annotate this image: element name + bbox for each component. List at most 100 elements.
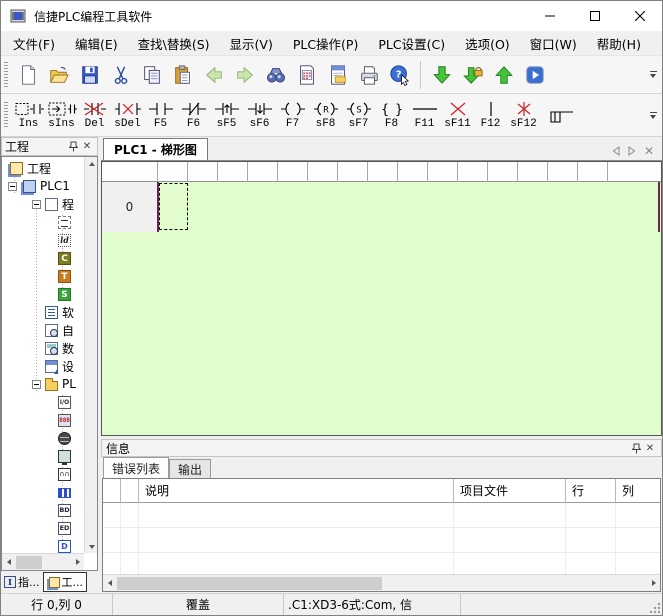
- copy-button[interactable]: [136, 60, 167, 90]
- close-panel-icon[interactable]: ✕: [80, 140, 94, 154]
- tree-expander-icon[interactable]: [32, 380, 41, 389]
- tree-item-PLC1[interactable]: PLC1: [2, 177, 84, 195]
- scrollbar-thumb[interactable]: [16, 556, 42, 569]
- scroll-tabs-left-icon[interactable]: [612, 146, 620, 156]
- menu-find-replace[interactable]: 查找\替换(S): [128, 30, 220, 57]
- insert-row-button[interactable]: sIns: [45, 96, 78, 134]
- tree-item[interactable]: S: [2, 285, 84, 303]
- vertical-line-button[interactable]: F12: [474, 96, 507, 134]
- tree-item[interactable]: [2, 447, 84, 465]
- scroll-right-button[interactable]: [647, 577, 660, 590]
- tree-item-工程[interactable]: 工程: [2, 159, 84, 177]
- tree-horizontal-scrollbar[interactable]: [2, 553, 84, 570]
- tab-project[interactable]: 工...: [43, 572, 88, 592]
- save-button[interactable]: [74, 60, 105, 90]
- cut-button[interactable]: [105, 60, 136, 90]
- comment-editor-button[interactable]: [291, 60, 322, 90]
- menu-options[interactable]: 选项(O): [455, 30, 520, 57]
- tree-item[interactable]: [2, 213, 84, 231]
- close-document-icon[interactable]: ✕: [644, 146, 654, 156]
- menu-window[interactable]: 窗口(W): [520, 30, 587, 57]
- open-contact-button[interactable]: F5: [144, 96, 177, 134]
- find-button[interactable]: [260, 60, 291, 90]
- toolbar-overflow-button[interactable]: [646, 60, 660, 90]
- close-button[interactable]: [617, 1, 662, 31]
- ladder-row-0-canvas[interactable]: [157, 182, 661, 232]
- navigate-forward-button[interactable]: [229, 60, 260, 90]
- delete-vertical-line-button[interactable]: sF12: [507, 96, 540, 134]
- navigate-back-button[interactable]: [198, 60, 229, 90]
- delete-cell-button[interactable]: Del: [78, 96, 111, 134]
- resize-grip[interactable]: [649, 602, 661, 614]
- tree-item[interactable]: T: [2, 267, 84, 285]
- error-table-body[interactable]: [103, 503, 660, 574]
- print-button[interactable]: [353, 60, 384, 90]
- tab-output[interactable]: 输出: [169, 459, 211, 478]
- tree-item[interactable]: 888: [2, 411, 84, 429]
- tree-expander-icon[interactable]: [32, 200, 41, 209]
- set-coil-button[interactable]: SsF7: [342, 96, 375, 134]
- falling-pulse-button[interactable]: sF6: [243, 96, 276, 134]
- tree-vertical-scrollbar[interactable]: [84, 157, 97, 553]
- tab-instructions[interactable]: I指...: [1, 572, 43, 592]
- scroll-up-button[interactable]: [85, 157, 98, 170]
- insert-cell-button[interactable]: Ins: [12, 96, 45, 134]
- ladder-selection-cursor[interactable]: [159, 183, 188, 230]
- tree-item[interactable]: C: [2, 249, 84, 267]
- run-monitor-button[interactable]: [519, 60, 550, 90]
- toolbar-overflow-button[interactable]: [646, 100, 660, 130]
- reset-coil-button[interactable]: RsF8: [309, 96, 342, 134]
- delete-row-button[interactable]: sDel: [111, 96, 144, 134]
- tree-item[interactable]: I/O: [2, 393, 84, 411]
- tab-error-list[interactable]: 错误列表: [103, 457, 169, 478]
- menu-plc-settings[interactable]: PLC设置(C): [368, 30, 455, 57]
- tab-ladder-diagram[interactable]: PLC1 - 梯形图: [103, 138, 208, 160]
- closed-contact-button[interactable]: F6: [177, 96, 210, 134]
- tree-item-自[interactable]: 自: [2, 321, 84, 339]
- output-window-button[interactable]: [322, 60, 353, 90]
- tree-item[interactable]: ED: [2, 519, 84, 537]
- tree-expander-icon[interactable]: [8, 182, 17, 191]
- tree-item[interactable]: [2, 429, 84, 447]
- scroll-left-button[interactable]: [2, 556, 15, 569]
- open-file-button[interactable]: [43, 60, 74, 90]
- download-to-plc-button[interactable]: [426, 60, 457, 90]
- tree-item[interactable]: ∩∩: [2, 465, 84, 483]
- menu-help[interactable]: 帮助(H): [587, 30, 651, 57]
- tree-item[interactable]: [2, 483, 84, 501]
- scroll-tabs-right-icon[interactable]: [628, 146, 636, 156]
- toolbar-grip[interactable]: [4, 102, 8, 128]
- info-horizontal-scrollbar[interactable]: [103, 574, 660, 591]
- tree-item-设[interactable]: 设: [2, 357, 84, 375]
- tree-item-软[interactable]: 软: [2, 303, 84, 321]
- tree-item[interactable]: ld: [2, 231, 84, 249]
- tree-item-数[interactable]: 数: [2, 339, 84, 357]
- scroll-right-button[interactable]: [71, 556, 84, 569]
- rising-pulse-button[interactable]: sF5: [210, 96, 243, 134]
- menu-view[interactable]: 显示(V): [220, 30, 283, 57]
- maximize-button[interactable]: [572, 1, 617, 31]
- scroll-left-button[interactable]: [103, 577, 116, 590]
- scroll-down-button[interactable]: [85, 540, 98, 553]
- ladder-editor[interactable]: 0: [101, 161, 662, 436]
- menu-plc-operate[interactable]: PLC操作(P): [283, 30, 369, 57]
- pin-icon[interactable]: [629, 441, 643, 455]
- help-button[interactable]: ?: [384, 60, 415, 90]
- tree-item[interactable]: BD: [2, 501, 84, 519]
- menu-edit[interactable]: 编辑(E): [65, 30, 128, 57]
- tree-item-PL[interactable]: PL: [2, 375, 84, 393]
- output-coil-button[interactable]: F7: [276, 96, 309, 134]
- new-file-button[interactable]: [12, 60, 43, 90]
- paste-button[interactable]: [167, 60, 198, 90]
- toolbar-grip[interactable]: [4, 62, 8, 88]
- upload-from-plc-button[interactable]: [488, 60, 519, 90]
- scrollbar-thumb[interactable]: [117, 577, 382, 590]
- close-panel-icon[interactable]: ✕: [643, 441, 657, 455]
- pin-icon[interactable]: [66, 140, 80, 154]
- function-block-button[interactable]: {}F8: [375, 96, 408, 134]
- horizontal-line-button[interactable]: F11: [408, 96, 441, 134]
- minimize-button[interactable]: [527, 1, 572, 31]
- ladder-canvas[interactable]: [102, 232, 661, 435]
- menu-file[interactable]: 文件(F): [3, 30, 65, 57]
- tree-item-程[interactable]: 程: [2, 195, 84, 213]
